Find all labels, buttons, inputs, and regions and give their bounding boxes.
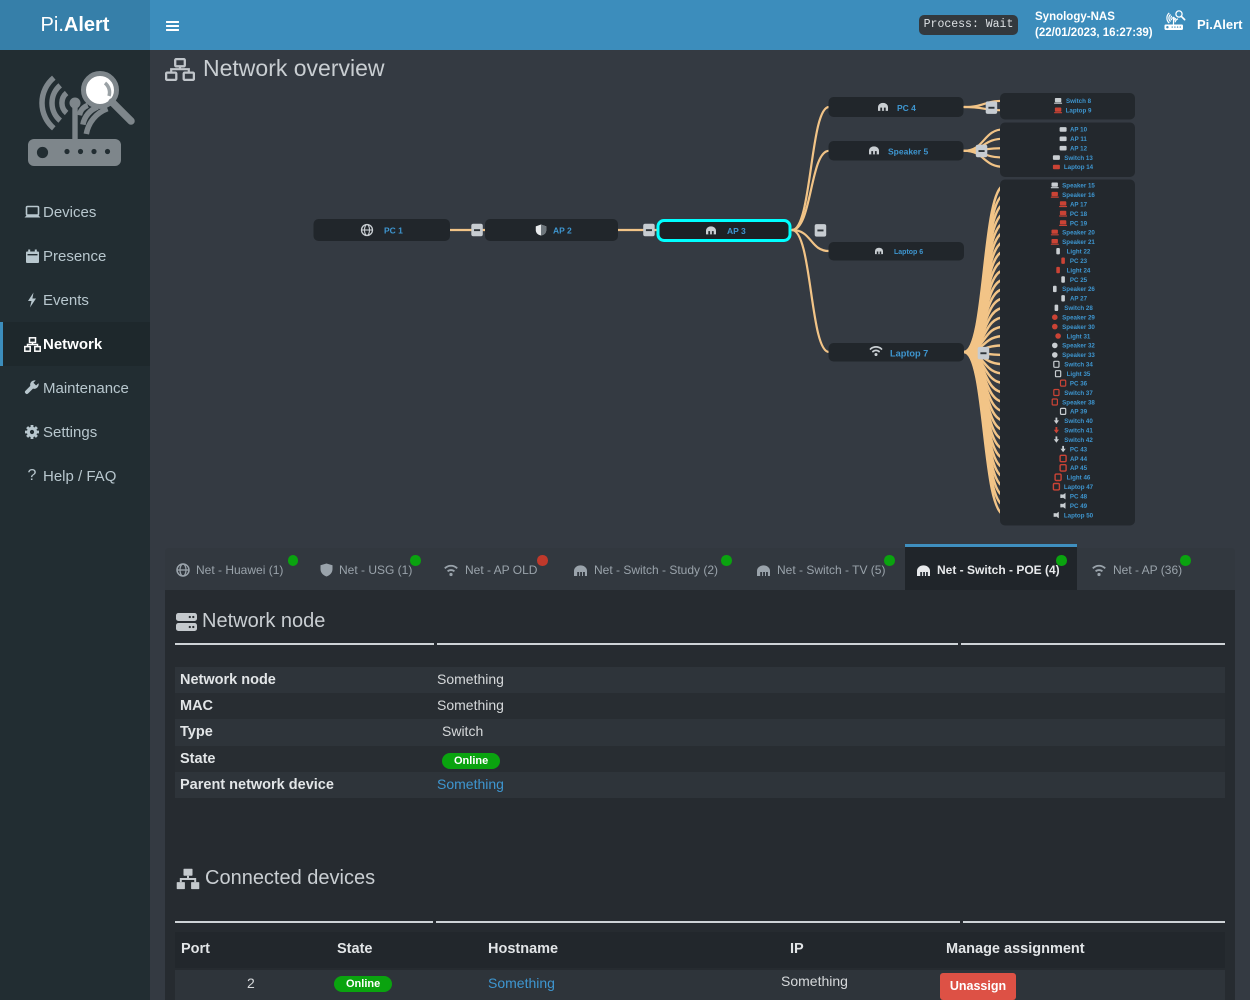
svg-text:Speaker 30: Speaker 30 <box>1062 324 1095 331</box>
svg-text:Light 24: Light 24 <box>1067 267 1091 274</box>
svg-text:Speaker 38: Speaker 38 <box>1062 399 1095 406</box>
svg-text:Speaker 16: Speaker 16 <box>1062 192 1095 199</box>
svg-text:AP 17: AP 17 <box>1070 201 1088 208</box>
svg-text:AP 12: AP 12 <box>1070 145 1088 152</box>
svg-text:AP 44: AP 44 <box>1070 456 1088 463</box>
svg-text:AP 27: AP 27 <box>1070 296 1088 303</box>
svg-text:Switch 37: Switch 37 <box>1064 390 1093 397</box>
svg-text:Laptop 47: Laptop 47 <box>1064 484 1094 491</box>
svg-text:Speaker 26: Speaker 26 <box>1062 286 1095 293</box>
svg-text:PC 48: PC 48 <box>1070 494 1088 501</box>
svg-text:AP 45: AP 45 <box>1070 465 1088 472</box>
svg-text:Speaker 20: Speaker 20 <box>1062 230 1095 237</box>
svg-text:PC 1: PC 1 <box>384 226 403 236</box>
svg-text:Light 35: Light 35 <box>1067 371 1091 378</box>
svg-text:AP 3: AP 3 <box>727 226 746 236</box>
svg-text:Speaker 29: Speaker 29 <box>1062 315 1095 322</box>
svg-text:Light 22: Light 22 <box>1067 249 1091 256</box>
svg-text:Laptop 7: Laptop 7 <box>890 348 928 358</box>
svg-text:AP 39: AP 39 <box>1070 409 1088 416</box>
svg-text:Switch 28: Switch 28 <box>1064 305 1093 312</box>
svg-text:PC 18: PC 18 <box>1070 211 1088 218</box>
svg-text:PC 36: PC 36 <box>1070 380 1088 387</box>
svg-text:AP 10: AP 10 <box>1070 127 1088 134</box>
svg-text:PC 43: PC 43 <box>1070 446 1088 453</box>
svg-text:Laptop 6: Laptop 6 <box>894 249 923 256</box>
svg-text:Speaker 5: Speaker 5 <box>888 146 928 156</box>
svg-text:PC 19: PC 19 <box>1070 220 1088 227</box>
svg-text:PC 49: PC 49 <box>1070 503 1088 510</box>
svg-text:AP 2: AP 2 <box>553 226 572 236</box>
svg-text:Switch 8: Switch 8 <box>1066 98 1092 105</box>
svg-text:Switch 13: Switch 13 <box>1064 155 1093 162</box>
svg-text:Speaker 33: Speaker 33 <box>1062 352 1095 359</box>
svg-text:AP 11: AP 11 <box>1070 136 1087 143</box>
svg-text:Light 46: Light 46 <box>1067 475 1091 482</box>
svg-text:Switch 42: Switch 42 <box>1064 437 1093 444</box>
svg-text:PC 23: PC 23 <box>1070 258 1088 265</box>
svg-text:Laptop 14: Laptop 14 <box>1064 164 1094 171</box>
svg-text:Speaker 32: Speaker 32 <box>1062 343 1095 350</box>
svg-text:Switch 40: Switch 40 <box>1064 418 1093 425</box>
svg-text:Light 31: Light 31 <box>1067 333 1091 340</box>
svg-text:Laptop 50: Laptop 50 <box>1064 512 1094 519</box>
svg-text:Laptop 9: Laptop 9 <box>1066 108 1092 115</box>
svg-text:PC 25: PC 25 <box>1070 277 1088 284</box>
svg-text:Switch 41: Switch 41 <box>1064 428 1093 435</box>
svg-text:Speaker 21: Speaker 21 <box>1062 239 1095 246</box>
svg-text:Switch 34: Switch 34 <box>1064 362 1093 369</box>
svg-text:Speaker 15: Speaker 15 <box>1062 183 1095 190</box>
svg-text:PC 4: PC 4 <box>897 103 916 113</box>
